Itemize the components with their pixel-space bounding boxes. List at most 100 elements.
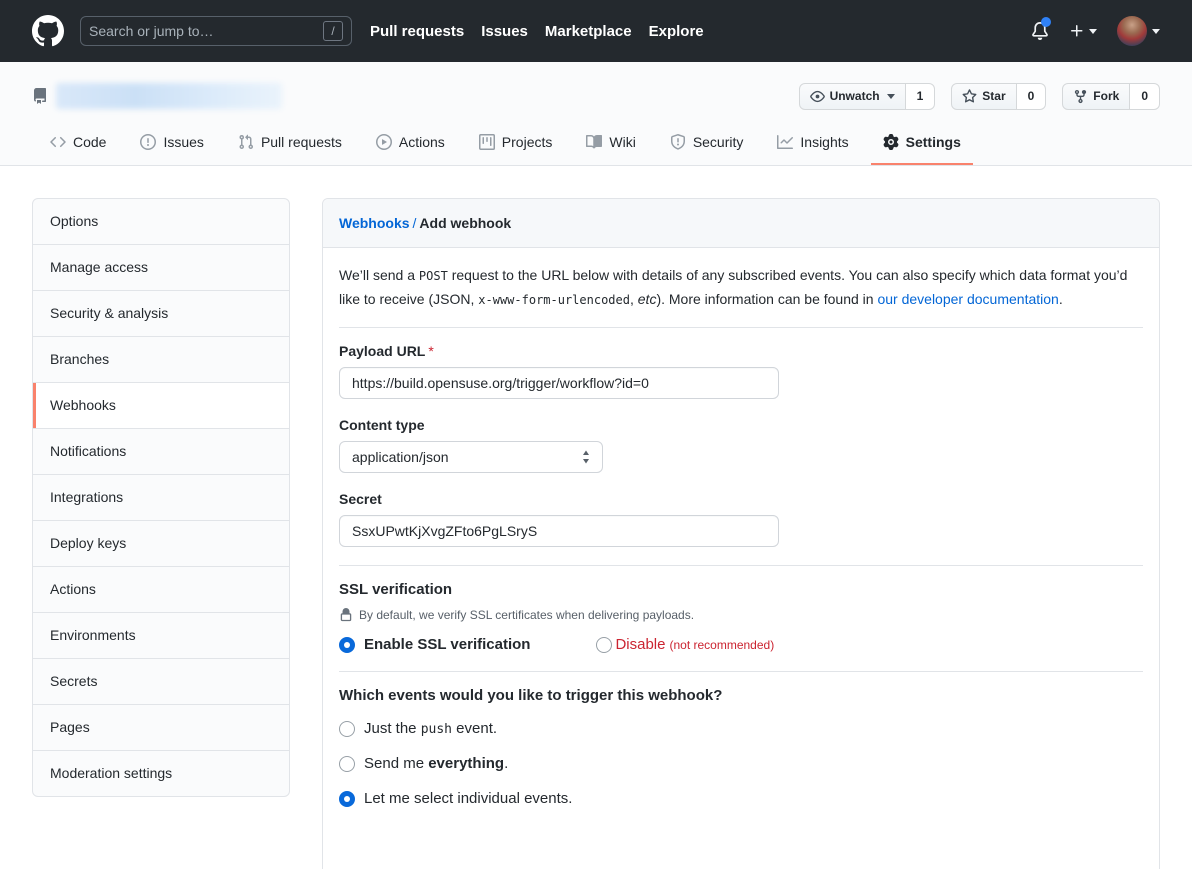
developer-documentation-link[interactable]: our developer documentation — [877, 291, 1058, 307]
top-navigation: Pull requests Issues Marketplace Explore — [370, 23, 704, 40]
nav-pull-requests[interactable]: Pull requests — [370, 23, 464, 40]
select-stepper-icon — [582, 449, 590, 465]
breadcrumb-webhooks-link[interactable]: Webhooks — [339, 215, 410, 231]
stars-count[interactable]: 0 — [1017, 83, 1047, 110]
ssl-verification-section: SSL verification By default, we verify S… — [339, 581, 1143, 653]
tab-label: Pull requests — [261, 134, 342, 150]
star-button-group: Star 0 — [951, 83, 1046, 110]
tab-issues[interactable]: Issues — [128, 122, 215, 165]
tab-label: Insights — [800, 134, 848, 150]
divider — [339, 327, 1143, 328]
ssl-disable-label: Disable — [615, 636, 665, 653]
eye-icon — [810, 89, 825, 104]
gear-icon — [883, 134, 899, 150]
github-logo-icon[interactable] — [32, 15, 64, 47]
settings-sidebar: Options Manage access Security & analysi… — [32, 198, 290, 797]
star-label: Star — [982, 89, 1005, 103]
forks-count[interactable]: 0 — [1130, 83, 1160, 110]
secret-label: Secret — [339, 491, 1143, 507]
content-type-select[interactable]: application/json — [339, 441, 603, 473]
event-option-everything: Send me everything. — [339, 755, 1143, 772]
chevron-down-icon — [1152, 29, 1160, 34]
fork-button-group: Fork 0 — [1062, 83, 1160, 110]
tab-actions[interactable]: Actions — [364, 122, 457, 165]
event-option-individual: Let me select individual events. — [339, 790, 1143, 807]
breadcrumb-separator: / — [410, 215, 420, 231]
repo-name-redacted[interactable] — [56, 83, 282, 109]
ssl-enable-radio[interactable] — [339, 637, 355, 653]
sidebar-item-manage-access[interactable]: Manage access — [33, 245, 289, 291]
payload-url-input[interactable] — [339, 367, 779, 399]
tab-code[interactable]: Code — [38, 122, 118, 165]
send-everything-radio[interactable] — [339, 756, 355, 772]
tab-label: Issues — [163, 134, 203, 150]
events-section: Which events would you like to trigger t… — [339, 687, 1143, 807]
book-icon — [586, 134, 602, 150]
content-type-label: Content type — [339, 417, 1143, 433]
sidebar-item-environments[interactable]: Environments — [33, 613, 289, 659]
tab-wiki[interactable]: Wiki — [574, 122, 647, 165]
tab-label: Projects — [502, 134, 553, 150]
tab-settings[interactable]: Settings — [871, 122, 973, 165]
play-icon — [376, 134, 392, 150]
fork-button[interactable]: Fork — [1062, 83, 1130, 110]
avatar[interactable] — [1117, 16, 1147, 46]
sidebar-item-secrets[interactable]: Secrets — [33, 659, 289, 705]
divider — [339, 671, 1143, 672]
notifications-bell-icon[interactable] — [1031, 22, 1049, 40]
divider — [339, 565, 1143, 566]
webhook-panel: Webhooks/Add webhook We’ll send a POST r… — [322, 198, 1160, 869]
sidebar-item-options[interactable]: Options — [33, 199, 289, 245]
repo-tabs: Code Issues Pull requests Actions Projec… — [6, 122, 1192, 165]
watchers-count[interactable]: 1 — [906, 83, 936, 110]
breadcrumb-current: Add webhook — [419, 215, 511, 231]
ssl-disable-radio[interactable] — [596, 637, 612, 653]
search-input[interactable] — [89, 23, 323, 39]
plus-icon — [1069, 23, 1085, 39]
breadcrumb: Webhooks/Add webhook — [323, 199, 1159, 248]
sidebar-item-actions[interactable]: Actions — [33, 567, 289, 613]
webhook-intro-text: We’ll send a POST request to the URL bel… — [339, 264, 1143, 312]
top-header: / Pull requests Issues Marketplace Explo… — [0, 0, 1192, 62]
create-new-menu[interactable] — [1069, 23, 1097, 39]
tab-insights[interactable]: Insights — [765, 122, 860, 165]
global-search[interactable]: / — [80, 16, 352, 46]
sidebar-item-webhooks[interactable]: Webhooks — [33, 383, 289, 429]
star-button[interactable]: Star — [951, 83, 1016, 110]
unread-indicator — [1041, 17, 1051, 27]
secret-group: Secret — [339, 491, 1143, 547]
tab-projects[interactable]: Projects — [467, 122, 565, 165]
secret-input[interactable] — [339, 515, 779, 547]
sidebar-item-notifications[interactable]: Notifications — [33, 429, 289, 475]
sidebar-item-pages[interactable]: Pages — [33, 705, 289, 751]
ssl-verification-heading: SSL verification — [339, 581, 1143, 598]
repo-icon — [32, 88, 48, 104]
tab-security[interactable]: Security — [658, 122, 756, 165]
content-type-value: application/json — [352, 449, 449, 465]
tab-label: Security — [693, 134, 744, 150]
events-heading: Which events would you like to trigger t… — [339, 687, 1143, 704]
nav-marketplace[interactable]: Marketplace — [545, 23, 632, 40]
unwatch-button[interactable]: Unwatch — [799, 83, 906, 110]
sidebar-item-branches[interactable]: Branches — [33, 337, 289, 383]
fork-label: Fork — [1093, 89, 1119, 103]
user-menu[interactable] — [1117, 16, 1160, 46]
repo-header-strip: Unwatch 1 Star 0 Fork 0 — [0, 62, 1192, 166]
nav-issues[interactable]: Issues — [481, 23, 528, 40]
tab-label: Actions — [399, 134, 445, 150]
nav-explore[interactable]: Explore — [649, 23, 704, 40]
just-push-radio[interactable] — [339, 721, 355, 737]
triangle-down-icon — [887, 94, 895, 99]
sidebar-item-deploy-keys[interactable]: Deploy keys — [33, 521, 289, 567]
repo-forked-icon — [1073, 89, 1088, 104]
tab-label: Settings — [906, 134, 961, 150]
individual-events-radio[interactable] — [339, 791, 355, 807]
tab-label: Code — [73, 134, 106, 150]
sidebar-item-integrations[interactable]: Integrations — [33, 475, 289, 521]
content-type-group: Content type application/json — [339, 417, 1143, 473]
sidebar-item-moderation-settings[interactable]: Moderation settings — [33, 751, 289, 796]
sidebar-item-security-analysis[interactable]: Security & analysis — [33, 291, 289, 337]
issue-opened-icon — [140, 134, 156, 150]
tab-pull-requests[interactable]: Pull requests — [226, 122, 354, 165]
tab-label: Wiki — [609, 134, 635, 150]
